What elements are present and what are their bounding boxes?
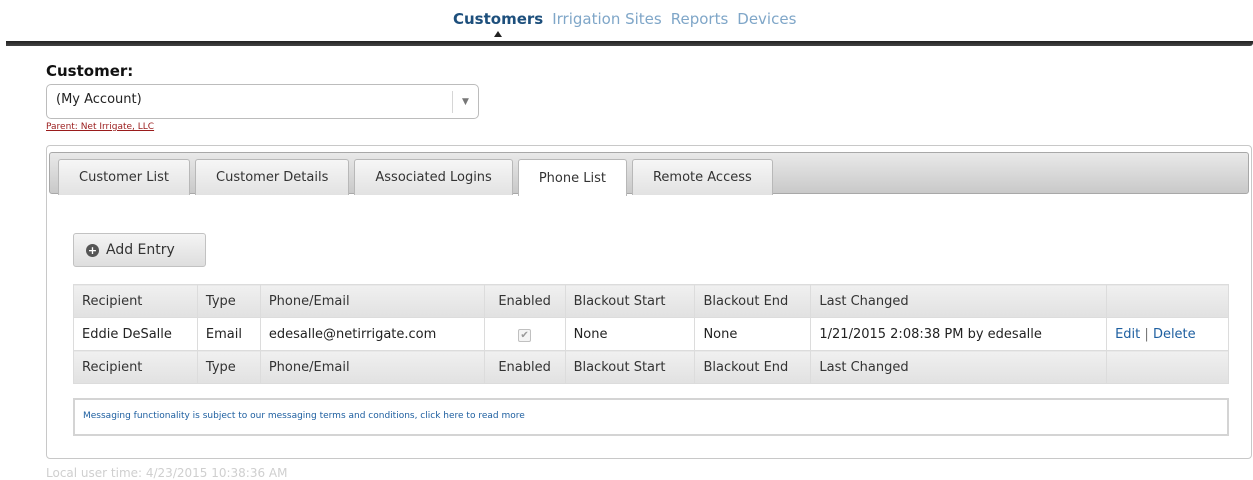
customer-select[interactable]: (My Account) ▼ xyxy=(46,84,479,119)
cell-blackout-end: None xyxy=(694,317,812,351)
footer-header-recipient: Recipient xyxy=(73,350,198,384)
footer-header-actions xyxy=(1106,350,1229,384)
phone-list-table: Recipient Type Phone/Email Enabled Black… xyxy=(73,284,1229,384)
footer-header-blackout-end: Blackout End xyxy=(694,350,812,384)
cell-actions: Edit | Delete xyxy=(1106,317,1229,351)
nav-item-label: Customers xyxy=(453,10,544,28)
cell-type: Email xyxy=(196,317,261,351)
nav-divider-bar xyxy=(6,41,1253,46)
column-header-blackout-end[interactable]: Blackout End xyxy=(694,284,812,318)
add-entry-button[interactable]: + Add Entry xyxy=(73,233,206,267)
tab-list: Customer List Customer Details Associate… xyxy=(58,159,773,196)
action-separator: | xyxy=(1144,326,1149,342)
column-header-recipient[interactable]: Recipient xyxy=(73,284,198,318)
customer-label: Customer: xyxy=(46,62,134,80)
column-header-last-changed[interactable]: Last Changed xyxy=(810,284,1108,318)
column-header-phone-email[interactable]: Phone/Email xyxy=(259,284,485,318)
cell-enabled: ✔ xyxy=(483,317,566,351)
table-footer-row: Recipient Type Phone/Email Enabled Black… xyxy=(73,350,1229,384)
enabled-checkbox: ✔ xyxy=(518,328,532,342)
cell-last-changed: 1/21/2015 2:08:38 PM by edesalle xyxy=(810,317,1108,351)
tab-customer-list[interactable]: Customer List xyxy=(58,159,191,195)
nav-menu: Customers Irrigation Sites Reports Devic… xyxy=(453,10,796,37)
cell-contact: edesalle@netirrigate.com xyxy=(259,317,485,351)
tab-customer-details[interactable]: Customer Details xyxy=(195,159,350,195)
chevron-down-icon[interactable]: ▼ xyxy=(452,91,478,113)
plus-circle-icon: + xyxy=(86,243,99,257)
tab-phone-list[interactable]: Phone List xyxy=(517,159,627,196)
nav-item-customers[interactable]: Customers xyxy=(453,10,544,37)
column-header-type[interactable]: Type xyxy=(196,284,261,318)
cell-blackout-start: None xyxy=(564,317,696,351)
customer-select-value: (My Account) xyxy=(56,92,142,107)
tab-remote-access[interactable]: Remote Access xyxy=(631,159,773,195)
customer-tabs-panel: Customer List Customer Details Associate… xyxy=(46,145,1252,459)
edit-link[interactable]: Edit xyxy=(1115,327,1140,342)
tab-associated-logins[interactable]: Associated Logins xyxy=(354,159,513,195)
tab-strip: Customer List Customer Details Associate… xyxy=(49,152,1249,196)
column-header-enabled[interactable]: Enabled xyxy=(483,284,566,318)
cell-recipient: Eddie DeSalle xyxy=(73,317,198,351)
column-header-blackout-start[interactable]: Blackout Start xyxy=(564,284,696,318)
caret-up-icon xyxy=(494,31,503,37)
footer-header-blackout-start: Blackout Start xyxy=(564,350,696,384)
nav-item-devices[interactable]: Devices xyxy=(737,10,796,28)
table-header-row: Recipient Type Phone/Email Enabled Black… xyxy=(73,284,1229,318)
add-entry-label: Add Entry xyxy=(106,242,175,258)
messaging-terms-link[interactable]: Messaging functionality is subject to ou… xyxy=(73,398,1229,436)
footer-header-enabled: Enabled xyxy=(483,350,566,384)
footer-header-last-changed: Last Changed xyxy=(810,350,1108,384)
nav-item-reports[interactable]: Reports xyxy=(671,10,729,28)
nav-item-irrigation-sites[interactable]: Irrigation Sites xyxy=(552,10,662,28)
footer-header-phone-email: Phone/Email xyxy=(259,350,485,384)
column-header-actions xyxy=(1106,284,1229,318)
delete-link[interactable]: Delete xyxy=(1153,327,1196,342)
top-navigation: Customers Irrigation Sites Reports Devic… xyxy=(0,0,1253,46)
table-row: Eddie DeSalle Email edesalle@netirrigate… xyxy=(73,317,1229,351)
parent-customer-link[interactable]: Parent: Net Irrigate, LLC xyxy=(46,122,154,132)
footer-header-type: Type xyxy=(196,350,261,384)
